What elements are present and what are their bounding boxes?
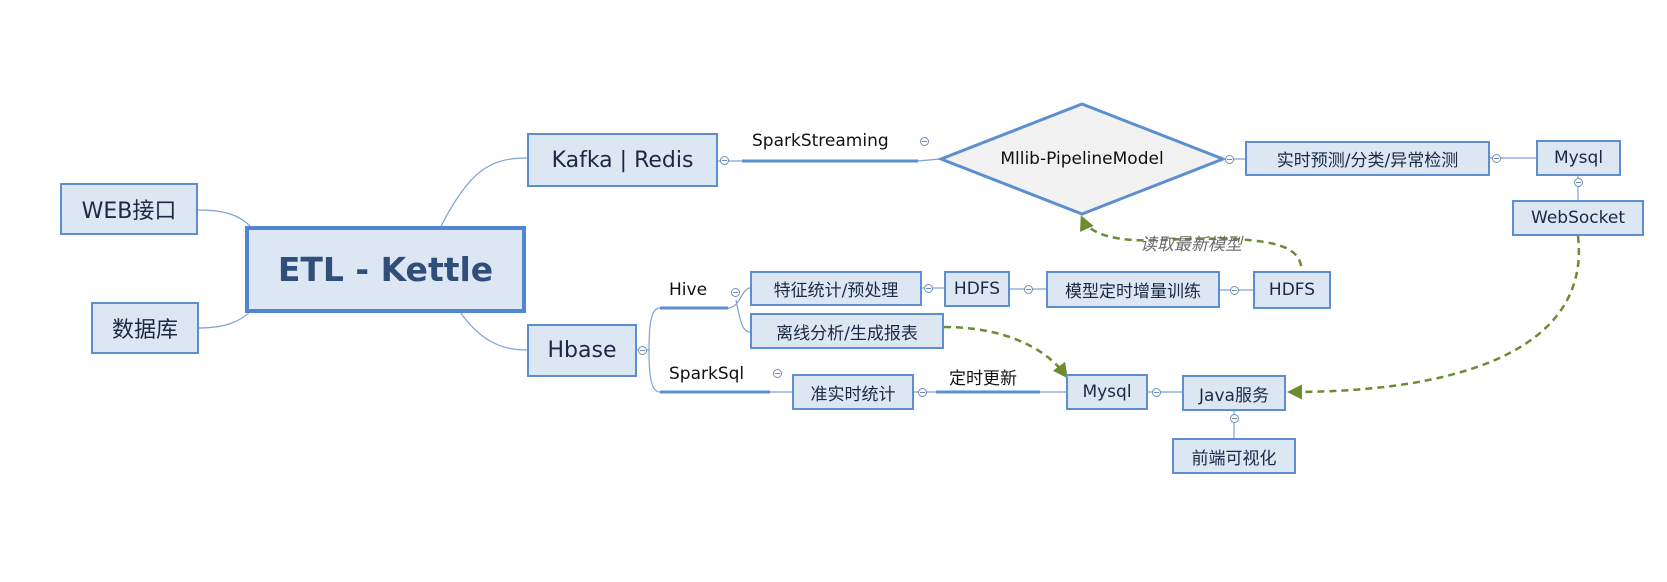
link-fork-sparksql	[648, 349, 661, 393]
near-realtime-node[interactable]: 准实时统计	[792, 374, 914, 410]
collapse-toggle-kafka[interactable]	[720, 156, 729, 165]
link-fork-hive	[648, 307, 661, 351]
collapse-toggle-train[interactable]	[1230, 286, 1239, 295]
collapse-toggle-hdfs1[interactable]	[1024, 285, 1033, 294]
frontend-visualization-label: 前端可视化	[1191, 448, 1277, 469]
frontend-visualization-node[interactable]: 前端可视化	[1172, 438, 1296, 474]
collapse-toggle-realtime[interactable]	[1492, 154, 1501, 163]
link-root-kafka	[439, 157, 528, 229]
collapse-toggle-sparksql[interactable]	[773, 369, 782, 378]
link-stream-model	[917, 158, 941, 162]
link-db-root	[197, 309, 253, 329]
web-interface-node[interactable]: WEB接口	[60, 183, 198, 235]
link-web-root	[197, 209, 253, 229]
hbase-label: Hbase	[547, 338, 617, 363]
websocket-label: WebSocket	[1531, 208, 1625, 228]
incremental-training-label: 模型定时增量训练	[1065, 282, 1201, 302]
feature-stats-label: 特征统计/预处理	[773, 281, 899, 301]
hdfs-2-node[interactable]: HDFS	[1253, 271, 1331, 309]
web-interface-label: WEB接口	[81, 199, 177, 224]
collapse-toggle-model[interactable]	[1225, 155, 1234, 164]
hdfs-1-label: HDFS	[953, 279, 1001, 299]
link-root-hbase	[459, 311, 528, 351]
collapse-toggle-feature[interactable]	[924, 284, 933, 293]
link-hive-offline	[735, 299, 751, 333]
hdfs-1-node[interactable]: HDFS	[944, 271, 1010, 307]
collapse-toggle-java[interactable]	[1230, 414, 1239, 423]
mysql-bottom-node[interactable]: Mysql	[1066, 374, 1148, 410]
collapse-toggle-mysql-top[interactable]	[1574, 178, 1583, 187]
model-label: Mllib-PipelineModel	[1000, 149, 1164, 169]
sparkstreaming-label: SparkStreaming	[752, 131, 889, 151]
websocket-node[interactable]: WebSocket	[1512, 200, 1644, 236]
database-node[interactable]: 数据库	[91, 302, 199, 354]
sparksql-label: SparkSql	[669, 364, 745, 384]
timed-update-label: 定时更新	[949, 369, 1017, 389]
collapse-toggle-nearrt[interactable]	[918, 388, 927, 397]
offline-report-label: 离线分析/生成报表	[776, 323, 918, 344]
kafka-redis-node[interactable]: Kafka | Redis	[527, 133, 718, 187]
kafka-redis-label: Kafka | Redis	[551, 147, 694, 173]
collapse-toggle-hbase[interactable]	[638, 346, 647, 355]
root-label: ETL - Kettle	[277, 250, 494, 289]
feature-stats-node[interactable]: 特征统计/预处理	[750, 271, 922, 306]
incremental-training-node[interactable]: 模型定时增量训练	[1046, 271, 1220, 308]
java-service-node[interactable]: Java服务	[1182, 375, 1286, 411]
dashed-websocket-to-java	[1287, 235, 1581, 400]
root-node[interactable]: ETL - Kettle	[245, 226, 526, 313]
mysql-bottom-label: Mysql	[1082, 382, 1132, 402]
hbase-node[interactable]: Hbase	[527, 324, 637, 377]
hdfs-2-label: HDFS	[1268, 280, 1316, 300]
mysql-top-label: Mysql	[1553, 148, 1604, 168]
java-service-label: Java服务	[1199, 385, 1269, 406]
mind-map-canvas: WEB接口 数据库 ETL - Kettle Kafka | Redis Hba…	[0, 0, 1667, 582]
offline-report-node[interactable]: 离线分析/生成报表	[750, 313, 944, 349]
database-label: 数据库	[111, 318, 178, 343]
collapse-toggle-sparkstreaming[interactable]	[920, 137, 929, 146]
read-latest-model-label: 读取最新模型	[1140, 235, 1242, 255]
mysql-top-node[interactable]: Mysql	[1536, 140, 1621, 176]
realtime-predict-label: 实时预测/分类/异常检测	[1276, 151, 1459, 171]
realtime-predict-node[interactable]: 实时预测/分类/异常检测	[1245, 141, 1490, 176]
near-realtime-label: 准实时统计	[810, 384, 896, 405]
collapse-toggle-mysql-bottom[interactable]	[1152, 388, 1161, 397]
hive-label: Hive	[669, 280, 708, 300]
collapse-toggle-hive[interactable]	[731, 288, 740, 297]
